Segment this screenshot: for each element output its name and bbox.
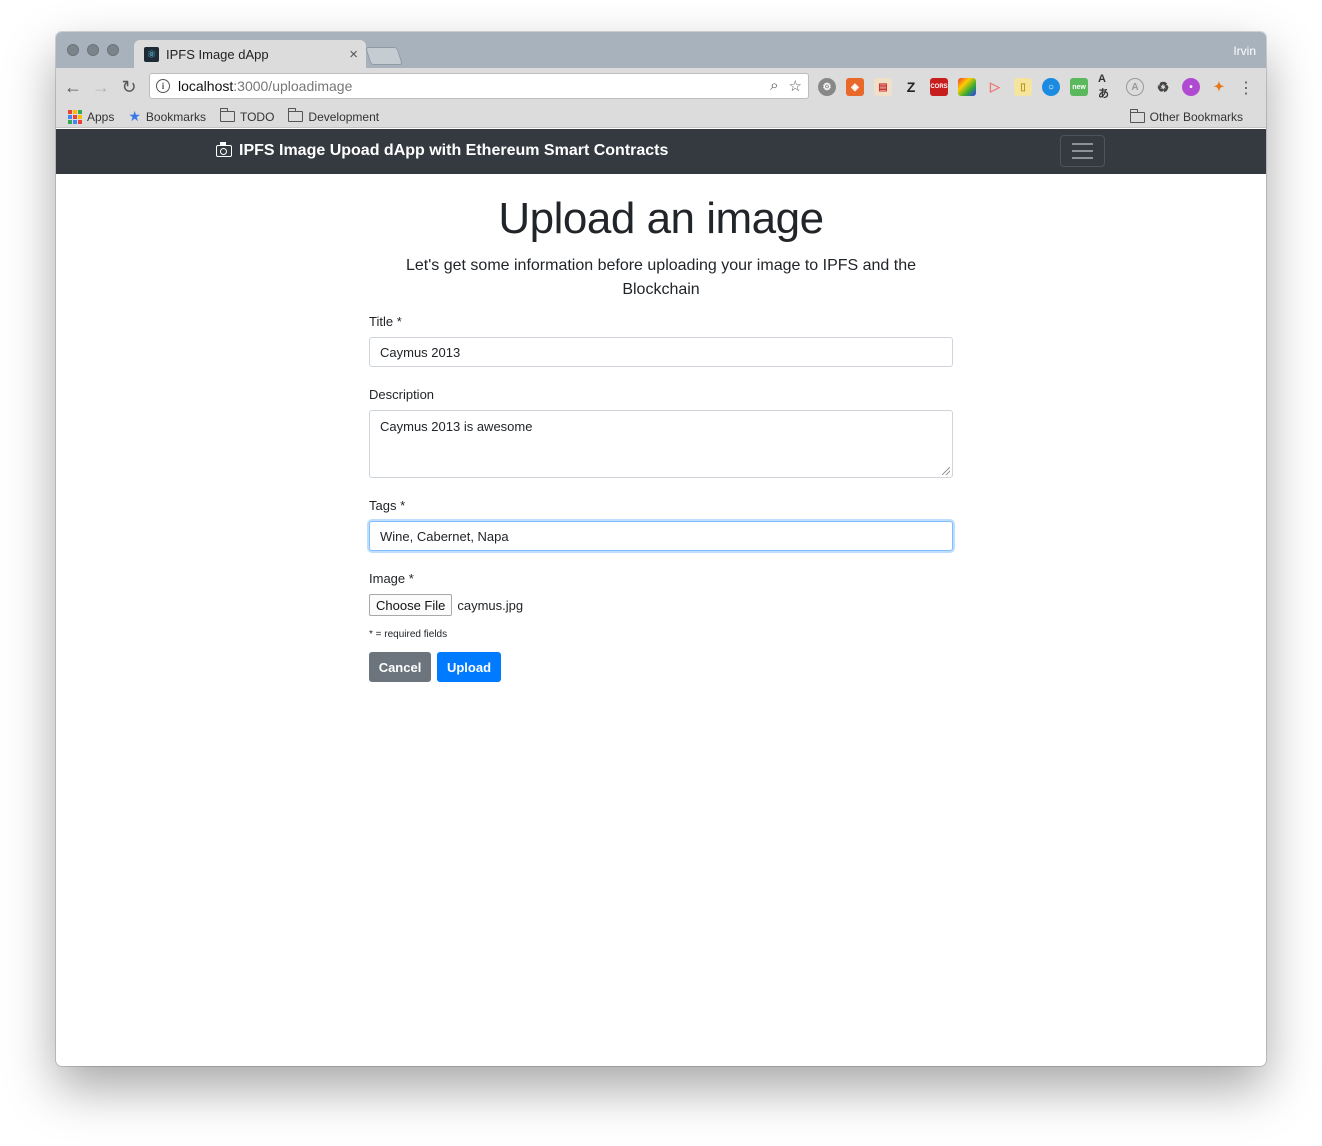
folder-icon bbox=[1129, 108, 1145, 123]
app-navbar: IPFS Image Upoad dApp with Ethereum Smar… bbox=[56, 129, 1266, 174]
url-path: :3000/uploadimage bbox=[233, 78, 353, 94]
bookmark-development-label: Development bbox=[308, 109, 380, 124]
new-tab-button[interactable] bbox=[365, 47, 403, 65]
tags-label: Tags * bbox=[369, 498, 406, 513]
navbar-brand-text: IPFS Image Upoad dApp with Ethereum Smar… bbox=[239, 142, 669, 159]
url-host: localhost bbox=[178, 78, 234, 94]
bookmark-other-label: Other Bookmarks bbox=[1149, 110, 1243, 124]
bookmark-apps[interactable]: Apps bbox=[68, 109, 115, 124]
zoom-icon[interactable]: ⌕ bbox=[770, 77, 778, 95]
shield-extension-icon[interactable]: ◈ bbox=[846, 78, 864, 96]
cors-extension-icon[interactable]: CORS bbox=[930, 78, 948, 96]
tab-title: IPFS Image dApp bbox=[166, 46, 269, 62]
translate-extension-icon[interactable]: Aあ bbox=[1098, 73, 1116, 100]
tags-group: Tags * Wine, Cabernet, Napa bbox=[369, 498, 953, 551]
star-icon: ★ bbox=[128, 108, 141, 124]
page-content: Upload an image Let's get some informati… bbox=[56, 174, 1266, 1066]
bookmark-development[interactable]: Development bbox=[288, 108, 380, 124]
page-title: Upload an image bbox=[498, 194, 824, 243]
page-lead: Let's get some information before upload… bbox=[405, 257, 917, 298]
image-group: Image * Choose File caymus.jpg bbox=[369, 571, 953, 616]
zoom-window-button[interactable] bbox=[107, 44, 119, 56]
bookmark-star-icon[interactable]: ☆ bbox=[789, 77, 802, 95]
image-label: Image * bbox=[369, 571, 414, 586]
tab-strip: ⚛ IPFS Image dApp × Irvin bbox=[56, 32, 1266, 68]
folder-icon bbox=[288, 108, 304, 122]
menu-kebab-icon[interactable]: ⋮ bbox=[1238, 78, 1254, 98]
profile-name[interactable]: Irvin bbox=[1233, 44, 1256, 58]
upload-form: Title * Caymus 2013 Description Caymus 2… bbox=[369, 314, 953, 682]
zotero-extension-icon[interactable]: Z bbox=[902, 78, 920, 96]
description-textarea[interactable]: Caymus 2013 is awesome bbox=[369, 410, 953, 478]
title-input[interactable]: Caymus 2013 bbox=[369, 337, 953, 367]
browser-window: ⚛ IPFS Image dApp × Irvin ← → ↻ i localh… bbox=[56, 32, 1266, 1066]
info-icon[interactable]: i bbox=[156, 79, 170, 93]
metamask-fox-icon[interactable]: ✦ bbox=[1210, 78, 1228, 96]
file-input: Choose File caymus.jpg bbox=[369, 594, 953, 616]
bookmark-todo[interactable]: TODO bbox=[219, 108, 275, 124]
back-arrow-icon[interactable]: ← bbox=[62, 76, 84, 98]
required-note: * = required fields bbox=[369, 629, 448, 640]
reload-icon[interactable]: ↻ bbox=[118, 76, 140, 98]
circle-extension-icon[interactable]: ○ bbox=[1042, 78, 1060, 96]
color-picker-extension-icon[interactable] bbox=[958, 78, 976, 96]
bookmark-bookmarks-label: Bookmarks bbox=[145, 109, 206, 124]
extension-bar: ⚙ ◈ ▤ Z CORS ▷ ▯ ○ new Aあ A ♻ • ✦ bbox=[818, 73, 1228, 100]
close-tab-icon[interactable]: × bbox=[349, 46, 358, 63]
react-icon: ⚛ bbox=[144, 46, 159, 62]
address-bar[interactable]: i localhost :3000/uploadimage ⌕ ☆ bbox=[149, 73, 809, 99]
title-label: Title * bbox=[369, 314, 402, 329]
camera-icon bbox=[216, 142, 232, 157]
bookmarks-bar: Apps ★ Bookmarks TODO Development Other … bbox=[56, 106, 1266, 128]
browser-toolbar: ← → ↻ i localhost :3000/uploadimage ⌕ ☆ … bbox=[56, 68, 1266, 106]
font-extension-icon[interactable]: A bbox=[1126, 78, 1144, 96]
form-actions: Cancel Upload bbox=[369, 652, 953, 682]
cancel-button[interactable]: Cancel bbox=[369, 652, 431, 682]
bookmark-apps-label: Apps bbox=[87, 109, 115, 124]
title-group: Title * Caymus 2013 bbox=[369, 314, 953, 367]
hamburger-icon bbox=[1072, 143, 1093, 145]
navbar-toggler-button[interactable] bbox=[1060, 135, 1105, 167]
minimize-window-button[interactable] bbox=[87, 44, 99, 56]
bookmark-bookmarks[interactable]: ★ Bookmarks bbox=[128, 108, 206, 125]
bookmark-todo-label: TODO bbox=[239, 109, 275, 124]
tags-input[interactable]: Wine, Cabernet, Napa bbox=[369, 521, 953, 551]
tab-ipfs-image-dapp[interactable]: ⚛ IPFS Image dApp × bbox=[134, 40, 366, 68]
note-extension-icon[interactable]: ▯ bbox=[1014, 78, 1032, 96]
purple-extension-icon[interactable]: • bbox=[1182, 78, 1200, 96]
calendar-extension-icon[interactable]: ▤ bbox=[874, 78, 892, 96]
apps-grid-icon bbox=[68, 109, 82, 124]
file-name: caymus.jpg bbox=[457, 597, 524, 613]
settings-extension-icon[interactable]: ⚙ bbox=[818, 78, 836, 96]
description-label: Description bbox=[369, 387, 435, 402]
new-badge-extension-icon[interactable]: new bbox=[1070, 78, 1088, 96]
arrow-extension-icon[interactable]: ▷ bbox=[986, 78, 1004, 96]
folder-icon bbox=[219, 108, 235, 122]
recycle-extension-icon[interactable]: ♻ bbox=[1154, 78, 1172, 96]
close-window-button[interactable] bbox=[67, 44, 79, 56]
upload-button[interactable]: Upload bbox=[437, 652, 501, 682]
description-group: Description Caymus 2013 is awesome bbox=[369, 387, 953, 478]
forward-arrow-icon[interactable]: → bbox=[90, 76, 112, 98]
navbar-brand[interactable]: IPFS Image Upoad dApp with Ethereum Smar… bbox=[216, 142, 668, 160]
choose-file-button[interactable]: Choose File bbox=[369, 594, 453, 616]
bookmark-other[interactable]: Other Bookmarks bbox=[1129, 108, 1243, 124]
